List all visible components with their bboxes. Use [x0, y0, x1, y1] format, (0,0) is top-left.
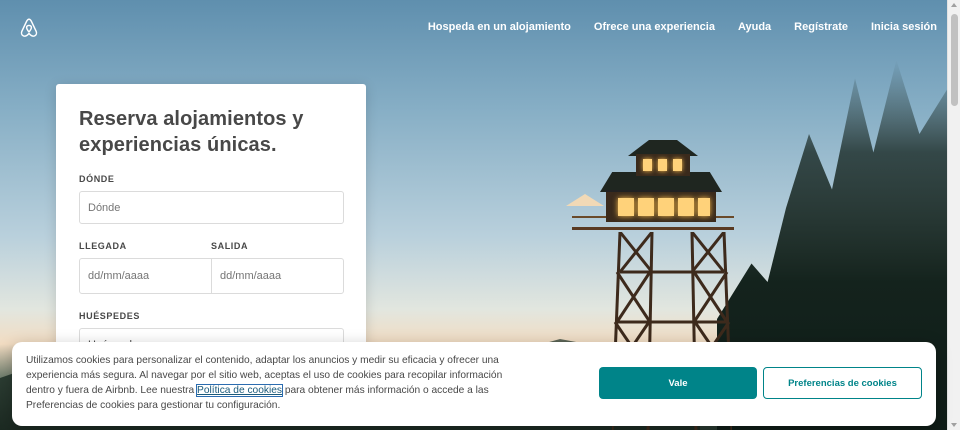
- cookie-banner: Utilizamos cookies para personalizar el …: [12, 342, 936, 426]
- date-labels: LLEGADA SALIDA: [79, 241, 344, 251]
- accept-cookies-button[interactable]: Vale: [599, 367, 757, 399]
- lit-window: [678, 198, 694, 216]
- checkin-label: LLEGADA: [79, 241, 127, 251]
- umbrella: [566, 194, 604, 206]
- lit-window: [658, 159, 667, 171]
- lit-window: [643, 159, 652, 171]
- search-card: Reserva alojamientos y experiencias únic…: [56, 84, 366, 384]
- scroll-down-icon[interactable]: [951, 423, 957, 427]
- tower-top-cabin: [636, 154, 690, 176]
- nav-host-home[interactable]: Hospeda en un alojamiento: [428, 21, 571, 33]
- where-input[interactable]: Dónde: [79, 191, 344, 224]
- page-scrollbar[interactable]: [947, 0, 960, 430]
- nav-signup[interactable]: Regístrate: [794, 21, 848, 33]
- search-title: Reserva alojamientos y experiencias únic…: [79, 108, 304, 156]
- lit-window: [658, 198, 674, 216]
- nav-help[interactable]: Ayuda: [738, 21, 771, 33]
- cookie-policy-link[interactable]: Política de cookies: [196, 384, 283, 397]
- checkout-input[interactable]: dd/mm/aaaa: [211, 259, 343, 293]
- scroll-thumb[interactable]: [951, 14, 958, 106]
- nav-login[interactable]: Inicia sesión: [871, 21, 937, 33]
- checkin-input[interactable]: dd/mm/aaaa: [80, 259, 211, 293]
- scroll-up-icon[interactable]: [951, 3, 957, 7]
- cookie-text: Utilizamos cookies para personalizar el …: [26, 353, 526, 413]
- where-label: DÓNDE: [79, 174, 115, 184]
- guests-label: HUÉSPEDES: [79, 311, 140, 321]
- top-nav: Hospeda en un alojamiento Ofrece una exp…: [428, 21, 937, 33]
- cookie-preferences-button[interactable]: Preferencias de cookies: [763, 367, 922, 399]
- checkout-label: SALIDA: [211, 241, 249, 251]
- airbnb-logo-icon[interactable]: [18, 17, 40, 39]
- lit-window: [673, 159, 682, 171]
- lit-window: [638, 198, 654, 216]
- lit-window: [698, 198, 710, 216]
- lit-window: [618, 198, 634, 216]
- tower-cabin: [606, 190, 716, 222]
- nav-host-experience[interactable]: Ofrece una experiencia: [594, 21, 715, 33]
- date-range-input: dd/mm/aaaa dd/mm/aaaa: [79, 258, 344, 294]
